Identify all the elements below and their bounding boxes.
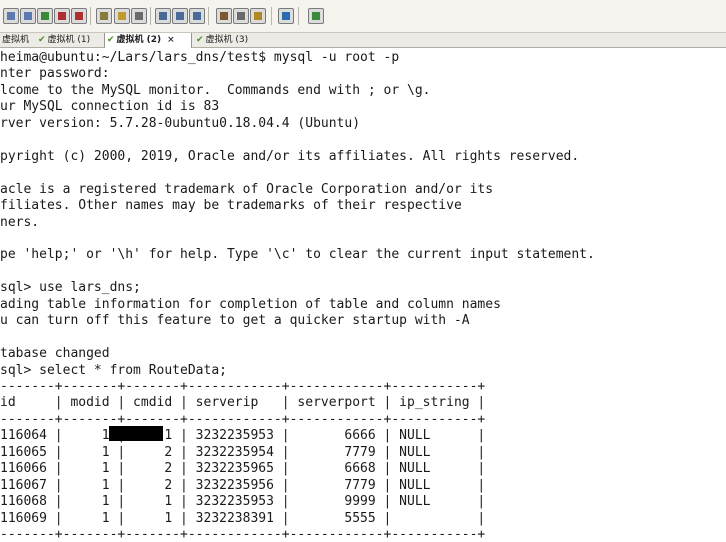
toolbar — [0, 0, 726, 33]
tab-label: 虚拟机 — [2, 35, 30, 45]
connected-check-icon: ✔ — [196, 35, 204, 45]
duplicate-tab-button[interactable] — [20, 8, 36, 24]
copy-icon — [100, 12, 108, 20]
copy-button[interactable] — [96, 8, 112, 24]
tab-session-0[interactable]: 虚拟机 — [2, 33, 36, 48]
terminal-line: id | modid | cmdid | serverip | serverpo… — [0, 395, 486, 410]
terminal-line: -------+-------+-------+------------+---… — [0, 412, 486, 427]
print-screen-button[interactable] — [189, 8, 205, 24]
help-icon — [282, 12, 290, 20]
terminal-line: acle is a registered trademark of Oracle… — [0, 182, 494, 197]
terminal-line: sql> select * from RouteData; — [0, 363, 227, 378]
options-icon — [237, 12, 245, 20]
tab-session-3[interactable]: ✔ 虚拟机 (3) — [196, 33, 262, 48]
terminal-line: 116067 | 1 | 2 | 3232235956 | 7779 | NUL… — [0, 478, 486, 493]
disconnect-icon — [75, 12, 83, 20]
terminal-line: heima@ubuntu:~/Lars/lars_dns/test$ mysql… — [0, 50, 400, 65]
terminal-line: 116068 | 1 | 1 | 3232235953 | 9999 | NUL… — [0, 494, 486, 509]
terminal-line: 116066 | 1 | 2 | 3232235965 | 6668 | NUL… — [0, 461, 486, 476]
duplicate-tab-icon — [24, 12, 32, 20]
close-session-button[interactable] — [54, 8, 70, 24]
disconnect-button[interactable] — [71, 8, 87, 24]
terminal-line: -------+-------+-------+------------+---… — [0, 379, 486, 394]
toolbar-separator — [208, 7, 209, 25]
terminal-line: lcome to the MySQL monitor. Commands end… — [0, 83, 431, 98]
new-tab-button[interactable] — [3, 8, 19, 24]
tab-session-2[interactable]: ✔ 虚拟机 (2) × — [104, 33, 192, 48]
terminal-line: ading table information for completion o… — [0, 297, 501, 312]
terminal-line: rver version: 5.7.28-0ubuntu0.18.04.4 (U… — [0, 116, 361, 131]
terminal-line: sql> use lars_dns; — [0, 280, 141, 295]
print-setup-icon — [176, 12, 184, 20]
terminal-line: nter password: — [0, 66, 110, 81]
paste-icon — [118, 12, 126, 20]
help-button[interactable] — [278, 8, 294, 24]
print-button[interactable] — [155, 8, 171, 24]
connected-check-icon: ✔ — [107, 35, 115, 45]
terminal-line: ners. — [0, 215, 40, 230]
toolbar-separator — [271, 7, 272, 25]
terminal-line: 116064 | 1 | 1 | 3232235953 | 6666 | NUL… — [0, 428, 486, 443]
tab-label: 虚拟机 (2) — [116, 35, 162, 45]
print-screen-icon — [193, 12, 201, 20]
close-session-icon — [58, 12, 66, 20]
toolbar-separator — [150, 7, 151, 25]
find-icon — [135, 12, 143, 20]
terminal-line: ur MySQL connection id is 83 — [0, 99, 220, 114]
terminal-line: 116065 | 1 | 2 | 3232235954 | 7779 | NUL… — [0, 445, 486, 460]
tab-session-1[interactable]: ✔ 虚拟机 (1) — [38, 33, 100, 48]
print-setup-button[interactable] — [172, 8, 188, 24]
terminal-line: filiates. Other names may be trademarks … — [0, 198, 462, 213]
new-tab-icon — [7, 12, 15, 20]
terminal-line: pe 'help;' or '\h' for help. Type '\c' t… — [0, 247, 595, 262]
terminal-line: pyright (c) 2000, 2019, Oracle and/or it… — [0, 149, 580, 164]
about-button[interactable] — [308, 8, 324, 24]
key-icon — [254, 12, 262, 20]
key-button[interactable] — [250, 8, 266, 24]
toolbar-separator — [298, 7, 299, 25]
terminal-line: u can turn off this feature to get a qui… — [0, 313, 470, 328]
paste-button[interactable] — [114, 8, 130, 24]
toolbar-separator — [90, 7, 91, 25]
terminal-line: -------+-------+-------+------------+---… — [0, 527, 486, 542]
close-tab-icon[interactable]: × — [167, 33, 175, 48]
options-button[interactable] — [233, 8, 249, 24]
refresh-icon — [41, 12, 49, 20]
about-icon — [312, 12, 320, 20]
connected-check-icon: ✔ — [38, 35, 46, 45]
tab-label: 虚拟机 (1) — [47, 35, 91, 45]
print-icon — [159, 12, 167, 20]
tab-label: 虚拟机 (3) — [205, 35, 249, 45]
terminal-line: tabase changed — [0, 346, 110, 361]
terminal-line: 116069 | 1 | 1 | 3232238391 | 5555 | | — [0, 511, 486, 526]
find-button[interactable] — [131, 8, 147, 24]
refresh-button[interactable] — [37, 8, 53, 24]
settings-icon — [220, 12, 228, 20]
selection-highlight — [109, 426, 163, 441]
settings-button[interactable] — [216, 8, 232, 24]
session-tab-bar: 虚拟机 ✔ 虚拟机 (1) ✔ 虚拟机 (2) × ✔ 虚拟机 (3) — [0, 33, 726, 48]
terminal-output[interactable]: heima@ubuntu:~/Lars/lars_dns/test$ mysql… — [0, 48, 726, 542]
